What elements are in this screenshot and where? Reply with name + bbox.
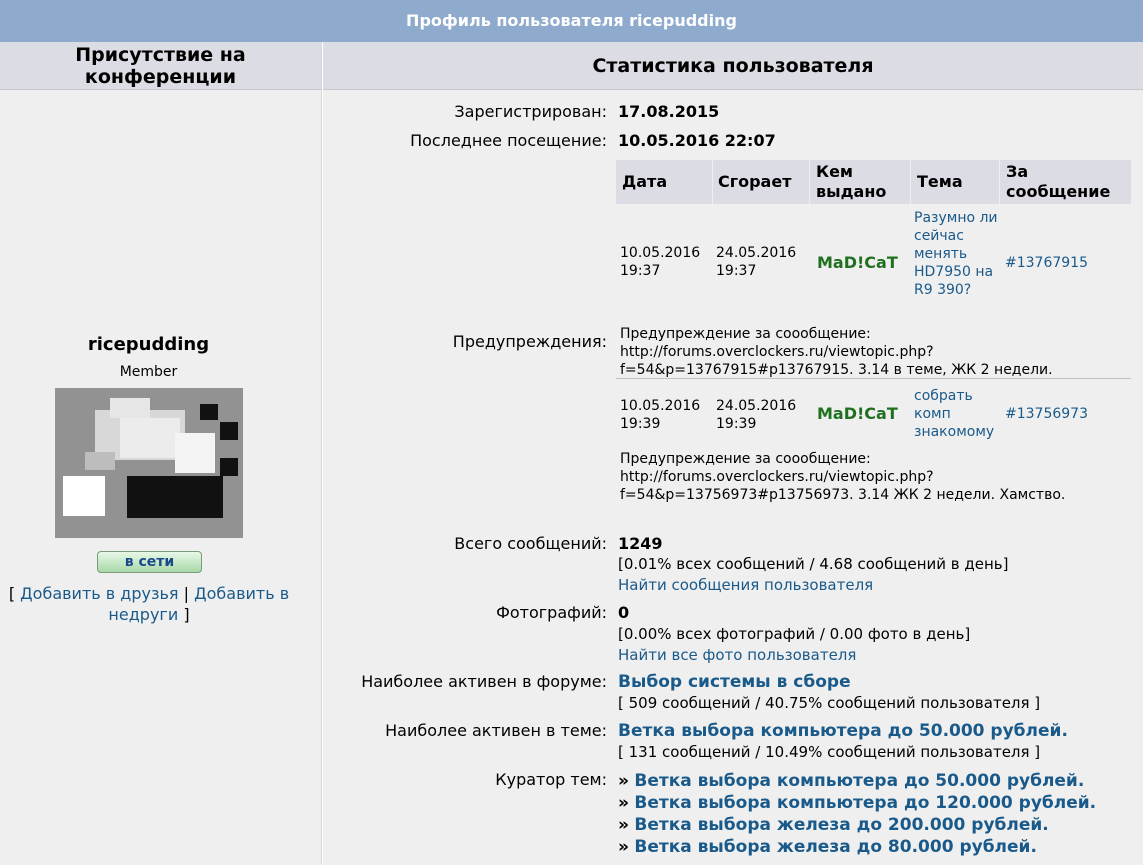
curator-topic-link[interactable]: Ветка выбора железа до 200.000 рублей. bbox=[634, 815, 1048, 835]
active-forum-label: Наиболее активен в форуме: bbox=[361, 672, 607, 691]
active-forum-link[interactable]: Выбор системы в сборе bbox=[618, 672, 851, 692]
stats-header: Статистика пользователя bbox=[323, 42, 1143, 90]
warning-row-2-reason: Предупреждение за соообщение: http://for… bbox=[620, 451, 1066, 503]
warning-row-2-issued-by[interactable]: MaD!CaT bbox=[817, 405, 898, 423]
warning-row-2-topic-link[interactable]: собрать комп знакомому bbox=[914, 387, 998, 441]
user-stats-panel: Статистика пользователя Зарегистрирован:… bbox=[323, 42, 1143, 865]
bracket-open: [ bbox=[8, 584, 16, 603]
bullet-icon: » bbox=[618, 771, 629, 791]
curator-topic-item: » Ветка выбора железа до 200.000 рублей. bbox=[618, 814, 1096, 836]
link-divider: | bbox=[183, 584, 190, 603]
total-posts-label: Всего сообщений: bbox=[454, 534, 607, 553]
add-friend-link[interactable]: Добавить в друзья bbox=[20, 584, 178, 603]
online-status-button[interactable]: в сети bbox=[97, 551, 202, 573]
avatar bbox=[55, 388, 243, 538]
active-forum-stats: [ 509 сообщений / 40.75% сообщений польз… bbox=[618, 694, 1041, 712]
last-visit-value: 10.05.2016 22:07 bbox=[618, 131, 776, 150]
warning-row-1-topic-link[interactable]: Разумно ли сейчас менять HD7950 на R9 39… bbox=[914, 209, 998, 299]
warnings-header-topic: Тема bbox=[911, 160, 999, 204]
warning-row-2-date: 10.05.2016 19:39 bbox=[620, 398, 701, 432]
photos-stats: [0.00% всех фотографий / 0.00 фото в ден… bbox=[618, 625, 971, 643]
presence-panel: Присутствие на конференции ricepudding M… bbox=[0, 42, 322, 865]
curator-topic-link[interactable]: Ветка выбора компьютера до 120.000 рубле… bbox=[634, 793, 1096, 813]
curator-topic-item: » Ветка выбора компьютера до 50.000 рубл… bbox=[618, 770, 1096, 792]
curator-topic-item: » Ветка выбора железа до 80.000 рублей. bbox=[618, 836, 1096, 858]
presence-header: Присутствие на конференции bbox=[0, 42, 321, 90]
bracket-close: ] bbox=[183, 605, 190, 624]
photos-value: 0 bbox=[618, 603, 630, 622]
warning-divider bbox=[616, 378, 1131, 379]
curator-topic-link[interactable]: Ветка выбора компьютера до 50.000 рублей… bbox=[634, 771, 1084, 791]
curator-label: Куратор тем: bbox=[495, 770, 607, 789]
user-rank: Member bbox=[119, 364, 178, 380]
warning-row-2-post-link[interactable]: #13756973 bbox=[1005, 405, 1088, 423]
bullet-icon: » bbox=[618, 815, 629, 835]
username: ricepudding bbox=[87, 334, 210, 355]
last-visit-label: Последнее посещение: bbox=[410, 131, 607, 150]
photos-label: Фотографий: bbox=[496, 603, 607, 622]
curator-topics-list: » Ветка выбора компьютера до 50.000 рубл… bbox=[618, 770, 1096, 858]
bullet-icon: » bbox=[618, 837, 629, 857]
warnings-label: Предупреждения: bbox=[452, 332, 607, 351]
warning-row-1-post-link[interactable]: #13767915 bbox=[1005, 254, 1088, 272]
warnings-header-post: За сообщение bbox=[1000, 160, 1131, 204]
warning-row-1-date: 10.05.2016 19:37 bbox=[620, 245, 701, 279]
registered-label: Зарегистрирован: bbox=[454, 102, 607, 121]
friend-actions: [ Добавить в друзья | Добавить в недруги… bbox=[0, 583, 298, 625]
warnings-header-date: Дата bbox=[616, 160, 712, 204]
curator-topic-item: » Ветка выбора компьютера до 120.000 руб… bbox=[618, 792, 1096, 814]
profile-title: Профиль пользователя ricepudding bbox=[0, 0, 1143, 42]
warning-row-1-expires: 24.05.2016 19:37 bbox=[716, 245, 797, 279]
active-topic-label: Наиболее активен в теме: bbox=[385, 721, 607, 740]
bullet-icon: » bbox=[618, 793, 629, 813]
warning-row-1-issued-by[interactable]: MaD!CaT bbox=[817, 254, 898, 272]
curator-topic-link[interactable]: Ветка выбора железа до 80.000 рублей. bbox=[634, 837, 1037, 857]
active-topic-stats: [ 131 сообщений / 10.49% сообщений польз… bbox=[618, 743, 1041, 761]
total-posts-value: 1249 bbox=[618, 534, 663, 553]
registered-value: 17.08.2015 bbox=[618, 102, 720, 121]
active-topic-link[interactable]: Ветка выбора компьютера до 50.000 рублей… bbox=[618, 721, 1068, 741]
warnings-header-issued-by: Кем выдано bbox=[810, 160, 910, 204]
warnings-header-expires: Сгорает bbox=[713, 160, 809, 204]
find-posts-link[interactable]: Найти сообщения пользователя bbox=[618, 576, 873, 594]
warning-row-2-expires: 24.05.2016 19:39 bbox=[716, 398, 797, 432]
total-posts-stats: [0.01% всех сообщений / 4.68 сообщений в… bbox=[618, 555, 1009, 573]
find-photos-link[interactable]: Найти все фото пользователя bbox=[618, 646, 856, 664]
warning-row-1-reason: Предупреждение за соообщение: http://for… bbox=[620, 326, 1053, 378]
